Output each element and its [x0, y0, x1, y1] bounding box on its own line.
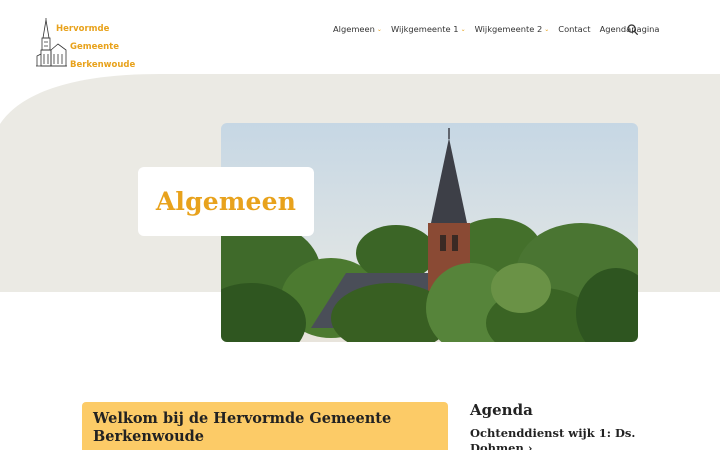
agenda-item-title: Ochtenddienst wijk 1: Ds. Dohmen [470, 426, 636, 450]
nav-item-label: Algemeen [333, 24, 375, 34]
nav-item-label: Contact [558, 24, 591, 34]
agenda-heading: Agenda [470, 401, 533, 419]
main-navigation: Algemeen ⌄ Wijkgemeente 1 ⌄ Wijkgemeente… [333, 22, 668, 36]
welcome-block: Welkom bij de Hervormde Gemeente Berkenw… [82, 402, 448, 450]
logo-text-line-2: Gemeente [70, 42, 120, 52]
page-title-card: Algemeen [138, 167, 314, 236]
chevron-down-icon: ⌄ [376, 25, 382, 33]
chevron-down-icon: ⌄ [544, 25, 550, 33]
site-header: Hervormde Gemeente Berkenwoude Algemeen … [0, 0, 720, 74]
nav-item-label: Wijkgemeente 1 [390, 24, 459, 34]
nav-item-label: Wijkgemeente 2 [474, 24, 543, 34]
welcome-heading: Welkom bij de Hervormde Gemeente Berkenw… [93, 410, 392, 445]
logo-text-line-3: Berkenwoude [70, 60, 136, 70]
agenda-item[interactable]: Ochtenddienst wijk 1: Ds. Dohmen › [470, 426, 670, 450]
site-logo[interactable]: Hervormde Gemeente Berkenwoude [34, 18, 136, 72]
nav-item-wijkgemeente-2[interactable]: Wijkgemeente 2 ⌄ [475, 24, 550, 34]
page-title: Algemeen [155, 187, 297, 216]
search-icon[interactable] [627, 24, 638, 35]
nav-item-contact[interactable]: Contact [558, 24, 590, 34]
logo-text-line-1: Hervormde [56, 24, 110, 34]
nav-item-wijkgemeente-1[interactable]: Wijkgemeente 1 ⌄ [391, 24, 466, 34]
nav-item-algemeen[interactable]: Algemeen ⌄ [333, 24, 382, 34]
chevron-right-icon: › [527, 441, 533, 450]
chevron-down-icon: ⌄ [460, 25, 466, 33]
agenda-section: Agenda Ochtenddienst wijk 1: Ds. Dohmen … [470, 400, 670, 450]
